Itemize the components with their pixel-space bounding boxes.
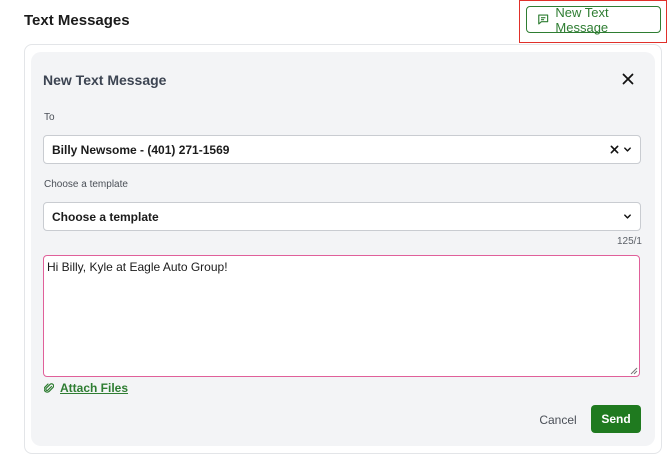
- template-label: Choose a template: [44, 179, 128, 190]
- resize-handle-icon[interactable]: [630, 367, 638, 375]
- clear-icon[interactable]: [610, 145, 619, 154]
- new-text-message-button[interactable]: New Text Message: [526, 4, 661, 35]
- character-counter: 125/1: [616, 236, 642, 247]
- attach-files-label: Attach Files: [60, 381, 129, 395]
- close-icon: [622, 73, 634, 85]
- recipient-select[interactable]: Billy Newsome - (401) 271-1569: [43, 135, 641, 164]
- dialog-title: New Text Message: [43, 72, 167, 88]
- page-title: Text Messages: [24, 12, 130, 29]
- chevron-down-icon: [624, 147, 631, 152]
- message-textarea[interactable]: Hi Billy, Kyle at Eagle Auto Group!: [43, 255, 640, 377]
- template-value: Choose a template: [52, 209, 159, 224]
- recipient-value: Billy Newsome - (401) 271-1569: [52, 142, 230, 157]
- close-button[interactable]: [619, 70, 637, 88]
- attach-files-link[interactable]: Attach Files: [44, 381, 128, 395]
- send-button[interactable]: Send: [591, 405, 641, 433]
- cancel-button[interactable]: Cancel: [535, 409, 581, 431]
- message-square-icon: [538, 14, 549, 25]
- paperclip-icon: [44, 383, 54, 393]
- chevron-down-icon: [624, 214, 631, 219]
- template-select[interactable]: Choose a template: [43, 202, 641, 231]
- new-text-message-label: New Text Message: [555, 4, 609, 35]
- to-label: To: [44, 112, 55, 123]
